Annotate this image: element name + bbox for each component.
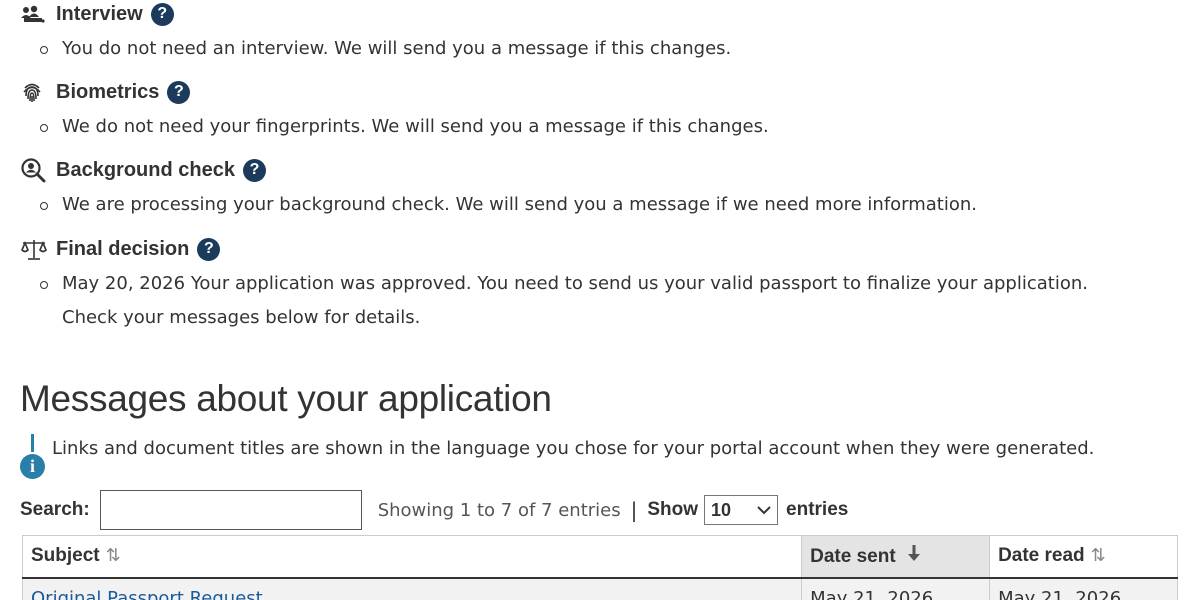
column-header-date-sent[interactable]: Date sent bbox=[801, 535, 991, 579]
background-list: We are processing your background check.… bbox=[40, 188, 1180, 222]
decision-title: Final decision bbox=[56, 237, 190, 260]
biometrics-title: Biometrics bbox=[56, 80, 160, 103]
divider: | bbox=[630, 498, 638, 522]
sort-both-icon: ⇅ bbox=[105, 545, 121, 566]
show-label: Show bbox=[647, 499, 699, 520]
messages-table: Subject ⇅ Date sent Date read ⇅ Original P… bbox=[21, 535, 1178, 600]
fingerprint-icon bbox=[20, 80, 48, 104]
search-label: Search: bbox=[20, 499, 90, 520]
background-help-icon[interactable]: ? bbox=[242, 158, 266, 182]
info-icon: i bbox=[20, 434, 46, 480]
background-header: Background check ? bbox=[20, 156, 1180, 184]
decision-status: May 20, 2026 Your application was approv… bbox=[40, 267, 1180, 335]
interview-list: You do not need an interview. We will se… bbox=[40, 32, 1180, 66]
cell-date-sent: May 21, 2026 bbox=[801, 577, 991, 600]
entries-label: entries bbox=[786, 499, 849, 520]
biometrics-header: Biometrics ? bbox=[20, 78, 1180, 106]
page-size-select[interactable]: 10 bbox=[704, 495, 779, 525]
interview-status: You do not need an interview. We will se… bbox=[40, 32, 1180, 66]
chevron-down-icon bbox=[757, 506, 771, 515]
column-date-read-label: Date read bbox=[998, 545, 1085, 567]
decision-status-line1: May 20, 2026 Your application was approv… bbox=[62, 273, 1088, 294]
decision-header: Final decision ? bbox=[20, 235, 1180, 263]
magnifier-person-icon bbox=[20, 158, 48, 183]
table-header-row: Subject ⇅ Date sent Date read ⇅ bbox=[21, 535, 1178, 579]
biometrics-section: Biometrics ? We do not need your fingerp… bbox=[20, 78, 1180, 144]
decision-section: Final decision ? May 20, 2026 Your appli… bbox=[20, 235, 1180, 335]
interview-title: Interview bbox=[56, 2, 143, 25]
people-icon bbox=[20, 2, 48, 26]
table-row: Original Passport Request May 21, 2026 M… bbox=[21, 577, 1178, 600]
column-header-date-read[interactable]: Date read ⇅ bbox=[989, 535, 1178, 579]
table-controls: Search: Showing 1 to 7 of 7 entries | Sh… bbox=[20, 490, 848, 530]
background-section: Background check ? We are processing you… bbox=[20, 156, 1180, 222]
decision-list: May 20, 2026 Your application was approv… bbox=[40, 267, 1180, 335]
language-info-notice: i Links and document titles are shown in… bbox=[20, 434, 1094, 480]
scales-icon bbox=[20, 237, 48, 261]
interview-help-icon[interactable]: ? bbox=[150, 2, 174, 26]
sort-down-icon bbox=[902, 545, 921, 566]
biometrics-help-icon[interactable]: ? bbox=[167, 80, 191, 104]
messages-heading: Messages about your application bbox=[20, 378, 552, 419]
background-title: Background check bbox=[56, 158, 235, 181]
page-size-value: 10 bbox=[711, 499, 732, 520]
entries-count: Showing 1 to 7 of 7 entries bbox=[377, 499, 621, 521]
cell-date-read: May 21, 2026 bbox=[989, 577, 1178, 600]
decision-status-line2: Check your messages below for details. bbox=[62, 307, 421, 328]
column-subject-label: Subject bbox=[31, 545, 100, 567]
interview-section: Interview ? You do not need an interview… bbox=[20, 0, 1180, 66]
column-date-sent-label: Date sent bbox=[810, 546, 896, 568]
subject-link[interactable]: Original Passport Request bbox=[31, 588, 263, 600]
background-status: We are processing your background check.… bbox=[40, 188, 1180, 222]
biometrics-list: We do not need your fingerprints. We wil… bbox=[40, 110, 1180, 144]
interview-header: Interview ? bbox=[20, 0, 1180, 28]
cell-subject[interactable]: Original Passport Request bbox=[21, 577, 803, 600]
column-header-subject[interactable]: Subject ⇅ bbox=[21, 535, 803, 579]
search-input[interactable] bbox=[99, 490, 362, 530]
info-icon-glyph: i bbox=[20, 454, 45, 479]
decision-help-icon[interactable]: ? bbox=[197, 237, 221, 261]
info-text: Links and document titles are shown in t… bbox=[52, 438, 1095, 459]
sort-both-icon: ⇅ bbox=[1090, 545, 1106, 566]
biometrics-status: We do not need your fingerprints. We wil… bbox=[40, 110, 1180, 144]
